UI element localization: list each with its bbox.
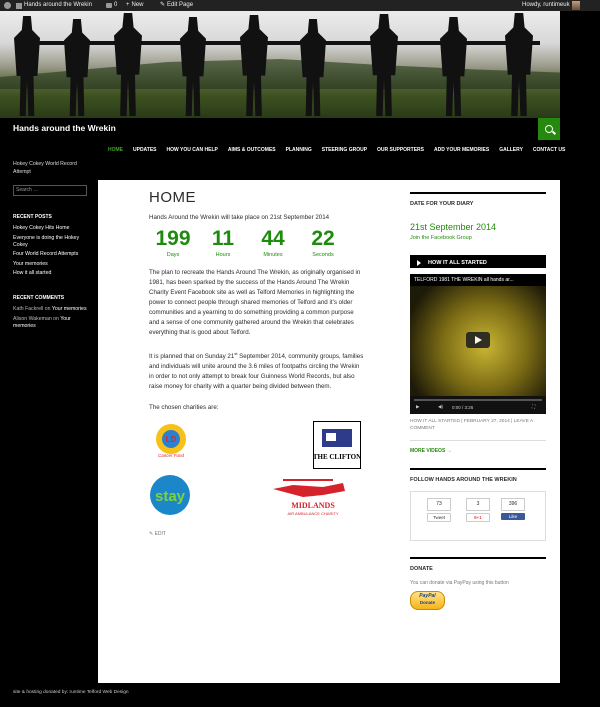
recent-post-link[interactable]: Four World Record Attempts — [13, 251, 91, 258]
midlands-air-ambulance-logo[interactable]: MIDLANDS AIR AMBULANCE CHARITY — [263, 477, 363, 517]
stay-logo[interactable]: stay — [149, 473, 191, 519]
countdown-days: 199 Days — [155, 227, 191, 259]
admin-bar: Hands around the Wrekin 0 + New ✎ Edit Pag… — [0, 0, 600, 11]
nav-planning[interactable]: PLANNING — [286, 145, 312, 155]
admin-edit-page[interactable]: ✎ Edit Page — [160, 0, 193, 11]
comment-author[interactable]: Alison Wakeman — [13, 316, 52, 322]
the-clifton-logo[interactable]: THE CLIFTON — [313, 421, 361, 470]
svg-text:MIDLANDS: MIDLANDS — [291, 501, 335, 510]
video-time: 0:00 / 3:26 — [452, 405, 474, 410]
countdown: 199 Days 11 Hours 44 Minutes 22 Seconds — [155, 228, 364, 260]
pencil-icon: ✎ — [160, 2, 166, 8]
right-sidebar: DATE FOR YOUR DIARY 21st September 2014 … — [410, 180, 546, 610]
recent-comment: Kath Fackrell on Your memories — [13, 306, 87, 312]
site-title[interactable]: Hands around the Wrekin — [13, 123, 116, 133]
search-icon — [545, 125, 553, 133]
svg-text:THE CLIFTON: THE CLIFTON — [314, 453, 360, 461]
content-area: HOME Hands Around the Wrekin will take p… — [98, 180, 560, 683]
left-sidebar: Hokey Cokey World Record Attempt Search … — [13, 160, 91, 332]
page-title: HOME — [149, 189, 196, 206]
facebook-like-widget[interactable]: 396 Like — [501, 498, 525, 520]
avatar — [571, 1, 580, 10]
primary-nav: HOME UPDATES HOW YOU CAN HELP AIMS & OUT… — [108, 145, 575, 155]
video-player[interactable]: TELFORD 1981 THE WREKIN all hands ar... … — [410, 274, 546, 414]
nav-steering-group[interactable]: STEERING GROUP — [322, 145, 367, 155]
video-section-header: HOW IT ALL STARTED — [410, 257, 546, 268]
nav-contact-us[interactable]: CONTACT US — [533, 145, 565, 155]
diary-heading: DATE FOR YOUR DIARY — [410, 201, 474, 207]
sidebar-search-input[interactable]: Search … — [13, 185, 87, 196]
paragraph: It is planned that on Sunday 21st Septem… — [149, 351, 364, 391]
recent-post-link[interactable]: Hokey Cokey Hits Home — [13, 225, 91, 232]
play-button[interactable] — [466, 332, 490, 348]
main-article: HOME Hands Around the Wrekin will take p… — [149, 189, 364, 539]
ld-cancer-fund-logo[interactable]: LD Cancer Fund — [152, 423, 190, 459]
event-date: 21st September 2014 — [410, 222, 497, 232]
video-format-icon — [410, 257, 428, 268]
nav-how-you-can-help[interactable]: HOW YOU CAN HELP — [167, 145, 218, 155]
site-description: Hokey Cokey World Record Attempt — [13, 161, 77, 175]
recent-post-link[interactable]: Everyone is doing the Hokey Cokey — [13, 235, 91, 249]
nav-our-supporters[interactable]: OUR SUPPORTERS — [377, 145, 424, 155]
charities-label: The chosen charities are: — [149, 404, 219, 412]
nav-aims-outcomes[interactable]: AIMS & OUTCOMES — [228, 145, 276, 155]
header-image[interactable] — [0, 11, 560, 118]
countdown-seconds: 22 Seconds — [311, 227, 335, 259]
site-footer: site & hosting donated by: runtime Telfo… — [13, 690, 129, 695]
comment-author[interactable]: Kath Fackrell — [13, 306, 43, 312]
svg-text:LD: LD — [166, 435, 177, 444]
google-plus-widget[interactable]: 3 8+1 — [466, 498, 490, 522]
donate-text: You can donate via PayPay using this but… — [410, 580, 509, 586]
video-title[interactable]: TELFORD 1981 THE WREKIN all hands ar... — [414, 277, 514, 283]
svg-text:AIR AMBULANCE CHARITY: AIR AMBULANCE CHARITY — [287, 511, 338, 516]
facebook-group-link[interactable]: Join the Facebook Group — [410, 235, 546, 241]
comment-post-link[interactable]: Your memories — [52, 306, 87, 312]
charity-logos: LD Cancer Fund THE CLIFTON stay MIDLANDS A… — [149, 419, 364, 529]
tweet-widget[interactable]: 73 Tweet — [427, 498, 451, 522]
nav-home[interactable]: HOME — [108, 145, 123, 155]
admin-comments[interactable]: 0 — [106, 0, 117, 11]
nav-gallery[interactable]: GALLERY — [499, 145, 523, 155]
recent-comment: Alison Wakeman on Your memories — [13, 315, 71, 329]
admin-site-link[interactable]: Hands around the Wrekin — [16, 0, 92, 11]
video-progress-bar[interactable] — [414, 399, 542, 401]
intro-text: Hands Around the Wrekin will take place … — [149, 214, 330, 221]
countdown-minutes: 44 Minutes — [261, 227, 285, 259]
post-meta: HOW IT ALL STARTED | FEBRUARY 27, 2014 |… — [410, 419, 533, 431]
search-toggle-button[interactable] — [538, 118, 560, 140]
follow-heading: FOLLOW HANDS AROUND THE WREKIN — [410, 477, 517, 483]
paragraph: The plan to recreate the Hands Around Th… — [149, 269, 361, 336]
play-icon[interactable]: ▶ — [416, 404, 419, 410]
recent-comments-heading: RECENT COMMENTS — [13, 295, 65, 301]
recent-post-link[interactable]: Your memories — [13, 261, 91, 268]
donate-heading: DONATE — [410, 566, 433, 572]
comment-icon — [106, 3, 112, 8]
fullscreen-icon[interactable]: ⛶ — [532, 404, 535, 409]
countdown-hours: 11 Hours — [211, 227, 235, 259]
recent-posts-heading: RECENT POSTS — [13, 214, 52, 220]
admin-account[interactable]: Howdy, runtimeuk — [522, 0, 580, 11]
video-controls: ▶ ◀) 0:00 / 3:26 ⛶ — [410, 396, 546, 414]
nav-add-your-memories[interactable]: ADD YOUR MEMORIES — [434, 145, 489, 155]
home-icon — [16, 2, 22, 9]
wp-logo-icon[interactable] — [4, 0, 11, 11]
plus-icon: + — [126, 2, 130, 8]
paypal-donate-button[interactable]: PayPal Donate — [410, 591, 445, 610]
svg-text:stay: stay — [155, 488, 186, 505]
edit-link[interactable]: ✎ EDIT — [149, 529, 364, 539]
recent-post-link[interactable]: How it all started — [13, 270, 91, 277]
svg-text:Cancer Fund: Cancer Fund — [158, 453, 185, 458]
more-videos-link[interactable]: MORE VIDEOS → — [410, 448, 546, 454]
admin-new[interactable]: + New — [126, 0, 144, 11]
social-buttons-box: 73 Tweet 3 8+1 396 Like — [410, 491, 546, 541]
volume-icon[interactable]: ◀) — [438, 404, 443, 410]
nav-updates[interactable]: UPDATES — [133, 145, 157, 155]
